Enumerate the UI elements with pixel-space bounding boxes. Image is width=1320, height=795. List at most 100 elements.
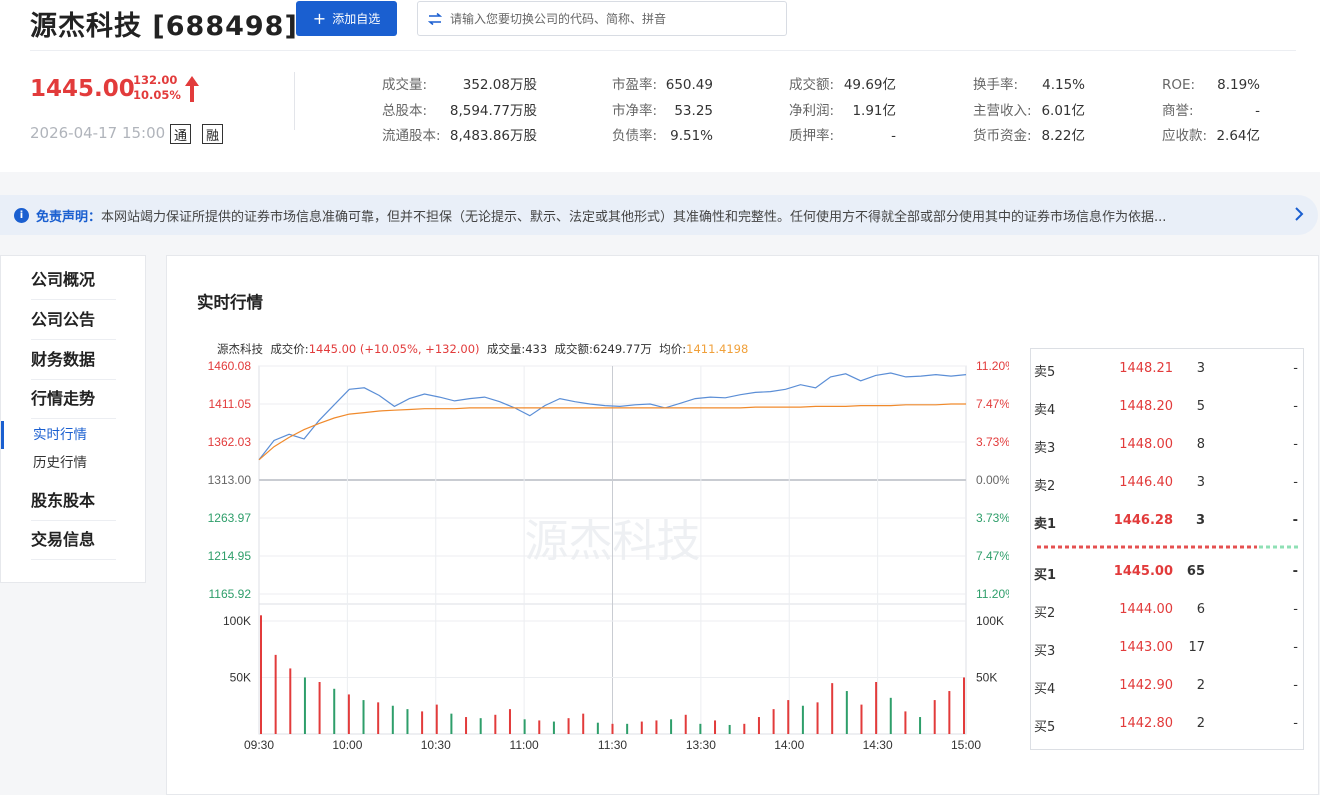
volume-bar xyxy=(611,723,614,734)
nav-market-trend[interactable]: 行情走势 xyxy=(31,379,116,419)
y-price-tick: 1214.95 xyxy=(208,549,252,563)
level-change: - xyxy=(1293,716,1298,731)
y-pct-tick: 3.73% xyxy=(976,511,1009,525)
stat-value: 9.51% xyxy=(670,128,713,144)
ask-row: 卖4 1448.20 5 - xyxy=(1031,387,1303,425)
chevron-right-icon[interactable] xyxy=(1294,206,1304,222)
stat-item: ROE: 8.19% xyxy=(1162,75,1260,95)
volume-bar xyxy=(479,718,482,734)
nav-company-overview[interactable]: 公司概况 xyxy=(31,260,116,300)
stat-item: 成交额: 49.69亿 xyxy=(789,75,896,95)
level-volume: 3 xyxy=(1196,475,1205,490)
stat-label: 总股本: xyxy=(382,103,428,119)
disclaimer-label: 免责声明： xyxy=(36,209,102,225)
plus-icon: + xyxy=(312,8,327,28)
volume-bar xyxy=(435,704,438,734)
stat-item: 质押率: - xyxy=(789,126,896,146)
volume-bar xyxy=(875,682,878,734)
stat-item: 货币资金: 8.22亿 xyxy=(973,126,1085,146)
stat-value: 650.49 xyxy=(665,77,713,93)
volume-bar xyxy=(801,705,804,734)
stat-item: 净利润: 1.91亿 xyxy=(789,101,896,121)
header-vertical-divider xyxy=(294,72,295,130)
level-change: - xyxy=(1293,640,1298,655)
info-avg-value: 1411.4198 xyxy=(686,342,749,356)
y-price-tick: 1460.08 xyxy=(208,359,252,373)
stat-value: - xyxy=(1255,103,1260,119)
info-price-label: 成交价: xyxy=(270,342,309,356)
volume-bar xyxy=(772,709,775,734)
info-amount-label: 成交额: xyxy=(554,342,593,356)
stat-value: 2.64亿 xyxy=(1216,128,1260,144)
volume-bar xyxy=(904,711,907,734)
level-volume: 6 xyxy=(1196,602,1205,617)
tong-badge[interactable]: 通 xyxy=(170,124,191,144)
volume-bar xyxy=(538,720,541,734)
stat-label: 负债率: xyxy=(612,128,658,144)
volume-bar xyxy=(670,719,673,734)
stock-title: 源杰科技 [688498] xyxy=(30,11,298,42)
nav-trading-info[interactable]: 交易信息 xyxy=(31,520,116,560)
realtime-panel: 实时行情 源杰科技 成交价:1445.00 (+10.05%, +132.00)… xyxy=(166,255,1319,795)
info-amount-value: 6249.77万 xyxy=(592,342,652,356)
nav-shareholders[interactable]: 股东股本 xyxy=(31,481,116,521)
nav-financial-data[interactable]: 财务数据 xyxy=(31,340,116,380)
volume-bar xyxy=(303,677,306,734)
stat-item: 市盈率: 650.49 xyxy=(612,75,713,95)
level-label: 买3 xyxy=(1034,644,1056,659)
volume-bar xyxy=(567,718,570,734)
stat-label: 换手率: xyxy=(973,77,1019,93)
x-tick: 14:30 xyxy=(863,738,893,752)
stat-value: 4.15% xyxy=(1042,77,1085,93)
subnav-realtime-quote[interactable]: 实时行情 xyxy=(33,421,87,449)
level-price: 1448.21 xyxy=(1119,361,1173,376)
stat-value: 49.69亿 xyxy=(843,77,896,93)
y-price-tick: 1411.05 xyxy=(209,397,252,411)
rong-badge[interactable]: 融 xyxy=(202,124,223,144)
ask-row: 卖5 1448.21 3 - xyxy=(1031,349,1303,387)
stat-value: 8.22亿 xyxy=(1041,128,1085,144)
arrow-up-icon xyxy=(185,76,199,102)
stock-header: 源杰科技 [688498] + 添加自选 请输入您要切换公司的代码、简称、拼音 … xyxy=(0,0,1320,172)
info-avg-label: 均价: xyxy=(659,342,687,356)
y-pct-tick: 3.73% xyxy=(976,435,1009,449)
level-volume: 2 xyxy=(1196,716,1205,731)
x-tick: 15:00 xyxy=(951,738,981,752)
intraday-chart[interactable]: 源杰科技1460.0811.20%1411.057.47%1362.033.73… xyxy=(189,356,1009,756)
volume-bar xyxy=(655,720,658,734)
volume-bar xyxy=(816,702,819,734)
level-change: - xyxy=(1292,564,1298,579)
level-label: 卖1 xyxy=(1034,517,1057,532)
current-price: 1445.00 xyxy=(30,76,135,102)
x-tick: 13:30 xyxy=(686,738,716,752)
sidebar-nav: 公司概况 公司公告 财务数据 行情走势 实时行情 历史行情 股东股本 交易信息 xyxy=(0,255,146,583)
volume-bar xyxy=(391,705,394,734)
search-placeholder: 请输入您要切换公司的代码、简称、拼音 xyxy=(450,12,667,26)
nav-company-announcements[interactable]: 公司公告 xyxy=(31,300,116,340)
switch-icon xyxy=(428,12,442,25)
add-watchlist-button[interactable]: + 添加自选 xyxy=(296,1,397,36)
y-price-tick: 1313.00 xyxy=(208,473,252,487)
subnav-history-quote[interactable]: 历史行情 xyxy=(33,449,87,477)
stat-label: 货币资金: xyxy=(973,128,1032,144)
active-indicator xyxy=(1,421,4,449)
level-volume: 2 xyxy=(1196,678,1205,693)
stat-item: 流通股本: 8,483.86万股 xyxy=(382,126,537,146)
level-price: 1446.40 xyxy=(1119,475,1173,490)
level-change: - xyxy=(1293,678,1298,693)
volume-bar xyxy=(757,717,760,734)
level-label: 卖2 xyxy=(1034,479,1056,494)
ask-row: 卖3 1448.00 8 - xyxy=(1031,425,1303,463)
company-search-input[interactable]: 请输入您要切换公司的代码、简称、拼音 xyxy=(417,1,787,36)
volume-bar xyxy=(743,723,746,734)
stat-value: 8.19% xyxy=(1217,77,1260,93)
stat-item: 市净率: 53.25 xyxy=(612,101,713,121)
bid-ask-divider xyxy=(1037,545,1299,549)
x-tick: 10:30 xyxy=(421,738,451,752)
level-label: 卖5 xyxy=(1034,365,1056,380)
disclaimer-bar[interactable]: i 免责声明： 本网站竭力保证所提供的证券市场信息准确可靠，但并不担保（无论提示… xyxy=(0,195,1318,235)
volume-bar xyxy=(494,714,497,734)
stat-label: 质押率: xyxy=(789,128,835,144)
volume-bar xyxy=(260,615,262,734)
volume-bar xyxy=(377,702,380,734)
